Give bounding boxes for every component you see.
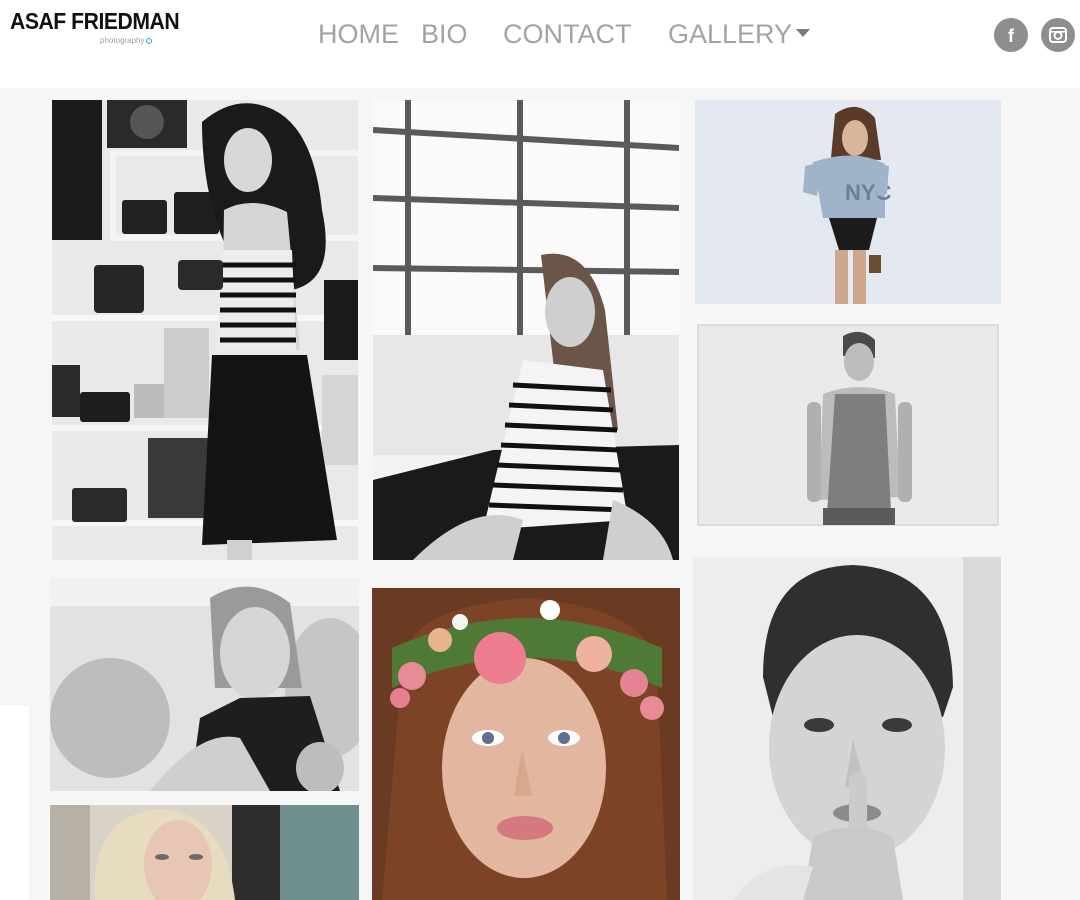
facebook-icon: f [1008, 26, 1015, 46]
nav-gallery-label: GALLERY [668, 19, 793, 49]
facebook-button[interactable]: f [994, 18, 1028, 52]
nav-home[interactable]: HOME [318, 18, 399, 50]
gallery-photo-cameras[interactable] [52, 100, 358, 560]
gallery-photo-nyc-tshirt[interactable]: NYC [695, 100, 1001, 304]
svg-text:f: f [1008, 26, 1015, 46]
logo-text: ASAF FRIEDMAN [10, 8, 180, 34]
gallery-photo-blonde[interactable] [50, 805, 359, 900]
instagram-icon [1049, 27, 1067, 43]
chevron-down-icon [796, 28, 811, 37]
gallery-photo-flower-crown[interactable] [372, 588, 680, 900]
site-header: ASAF FRIEDMAN photography HOME BIO CONTA… [0, 0, 1080, 88]
nav-bio[interactable]: BIO [421, 18, 468, 50]
gallery-photo-tank-top[interactable] [695, 322, 1001, 538]
gallery-photo-soft-portrait[interactable] [50, 578, 359, 791]
site-logo[interactable]: ASAF FRIEDMAN photography [10, 8, 180, 48]
nav-gallery[interactable]: GALLERY [668, 18, 811, 50]
instagram-button[interactable] [1041, 18, 1075, 52]
nav-contact[interactable]: CONTACT [503, 18, 632, 50]
logo-subtext: photography [100, 36, 153, 45]
gallery-photo-finger-on-lips[interactable] [693, 557, 1001, 900]
gallery-photo-striped-dress[interactable] [373, 100, 679, 560]
